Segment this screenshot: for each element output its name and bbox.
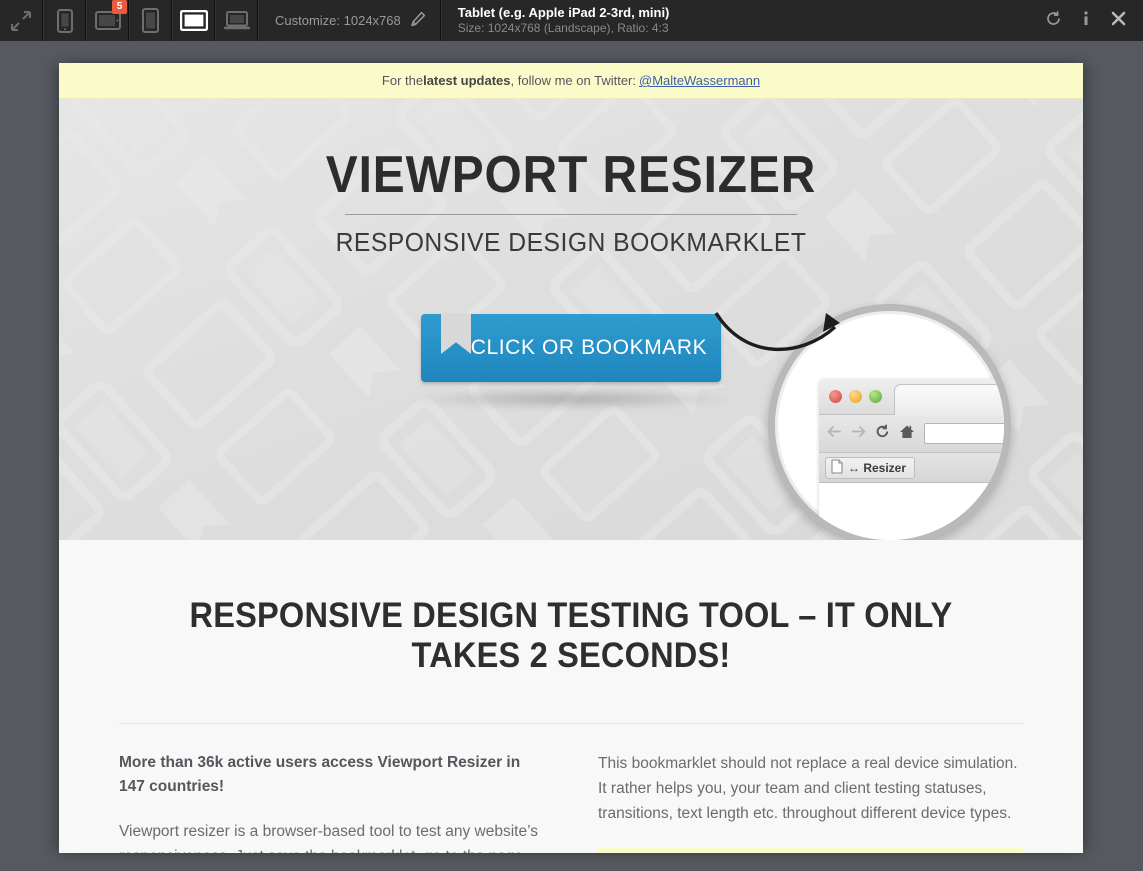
device-button-mobile-portrait[interactable] — [43, 0, 86, 41]
notice-bold: latest updates — [423, 73, 511, 88]
browser-titlebar — [819, 379, 1004, 415]
testimonial-quote: This is the best viewport resized I have… — [598, 848, 1023, 853]
page-file-icon — [831, 458, 843, 477]
disclaimer-paragraph: This bookmarklet should not replace a re… — [598, 755, 1018, 822]
browser-page-area — [819, 483, 1004, 540]
main-content: RESPONSIVE DESIGN TESTING TOOL – IT ONLY… — [59, 540, 1083, 853]
info-icon[interactable] — [1079, 10, 1093, 32]
browser-mockup: ↔ Resizer — [819, 379, 1004, 540]
hero-section: VIEWPORT RESIZER RESPONSIVE DESIGN BOOKM… — [59, 99, 1083, 540]
customize-label: Customize: 1024x768 — [275, 13, 401, 28]
toolbar-actions — [1045, 0, 1143, 41]
device-info-title: Tablet (e.g. Apple iPad 2-3rd, mini) — [457, 5, 670, 20]
device-button-tablet-portrait[interactable] — [129, 0, 172, 41]
resizer-bookmarklet-button[interactable]: ↔ Resizer — [825, 456, 916, 479]
phone-portrait-icon — [56, 8, 73, 33]
browser-url-bar[interactable] — [924, 423, 1004, 444]
section-heading: RESPONSIVE DESIGN TESTING TOOL – IT ONLY… — [189, 596, 953, 675]
click-or-bookmark-button[interactable]: CLICK OR BOOKMARK — [421, 314, 721, 382]
page-subtitle: RESPONSIVE DESIGN BOOKMARKLET — [335, 227, 807, 257]
browser-navbar — [819, 415, 1004, 453]
resizer-bookmarklet-label: ↔ Resizer — [848, 460, 907, 475]
simulated-viewport: For the latest updates, follow me on Twi… — [59, 63, 1083, 853]
laptop-icon — [223, 10, 251, 31]
left-column: More than 36k active users access Viewpo… — [119, 751, 544, 853]
tablet-portrait-icon — [142, 8, 159, 33]
notice-middle: , follow me on Twitter: — [510, 73, 636, 88]
two-column-layout: More than 36k active users access Viewpo… — [119, 724, 1023, 853]
device-button-fullsize-resize[interactable] — [0, 0, 43, 41]
tablet-landscape-icon — [179, 10, 208, 31]
cta-shadow — [406, 388, 736, 410]
right-column: This bookmarklet should not replace a re… — [598, 751, 1023, 853]
home-icon[interactable] — [899, 424, 915, 444]
device-info: Tablet (e.g. Apple iPad 2-3rd, mini) Siz… — [440, 0, 1045, 41]
notice-prefix: For the — [381, 73, 424, 88]
close-icon[interactable] — [1110, 10, 1127, 32]
browser-magnifier: ↔ Resizer — [768, 304, 1011, 540]
device-button-desktop[interactable] — [215, 0, 258, 41]
title-divider — [345, 214, 797, 215]
top-toolbar: 5 Customize: 1024x768 Tablet (e.g. Apple… — [0, 0, 1143, 41]
users-lead-text: More than 36k active users access Viewpo… — [119, 754, 521, 795]
twitter-handle-link[interactable]: @MalteWassermann — [639, 73, 760, 88]
resizer-stage: For the latest updates, follow me on Twi… — [0, 41, 1143, 871]
minimize-window-dot-icon[interactable] — [849, 390, 862, 403]
customize-button[interactable]: Customize: 1024x768 — [258, 0, 441, 41]
maximize-window-dot-icon[interactable] — [869, 390, 882, 403]
device-badge-count: 5 — [112, 0, 127, 14]
browser-tab[interactable] — [894, 384, 1004, 415]
twitter-notice-bar: For the latest updates, follow me on Twi… — [59, 63, 1083, 99]
device-info-size: Size: 1024x768 (Landscape), Ratio: 4:3 — [457, 21, 669, 35]
browser-bookmarks-bar: ↔ Resizer — [819, 453, 1004, 483]
cta-label: CLICK OR BOOKMARK — [470, 336, 708, 359]
back-arrow-icon[interactable] — [827, 425, 842, 443]
device-button-tablet-landscape-small[interactable]: 5 — [86, 0, 129, 41]
description-paragraph: Viewport resizer is a browser-based tool… — [119, 823, 538, 853]
reload-icon[interactable] — [875, 424, 890, 444]
rotate-icon[interactable] — [1045, 10, 1062, 32]
resize-arrows-icon — [10, 10, 32, 32]
close-window-dot-icon[interactable] — [829, 390, 842, 403]
device-button-tablet-landscape-active[interactable] — [172, 0, 215, 41]
forward-arrow-icon[interactable] — [851, 425, 866, 443]
pencil-icon[interactable] — [410, 11, 426, 30]
page-title: VIEWPORT RESIZER — [325, 146, 817, 204]
